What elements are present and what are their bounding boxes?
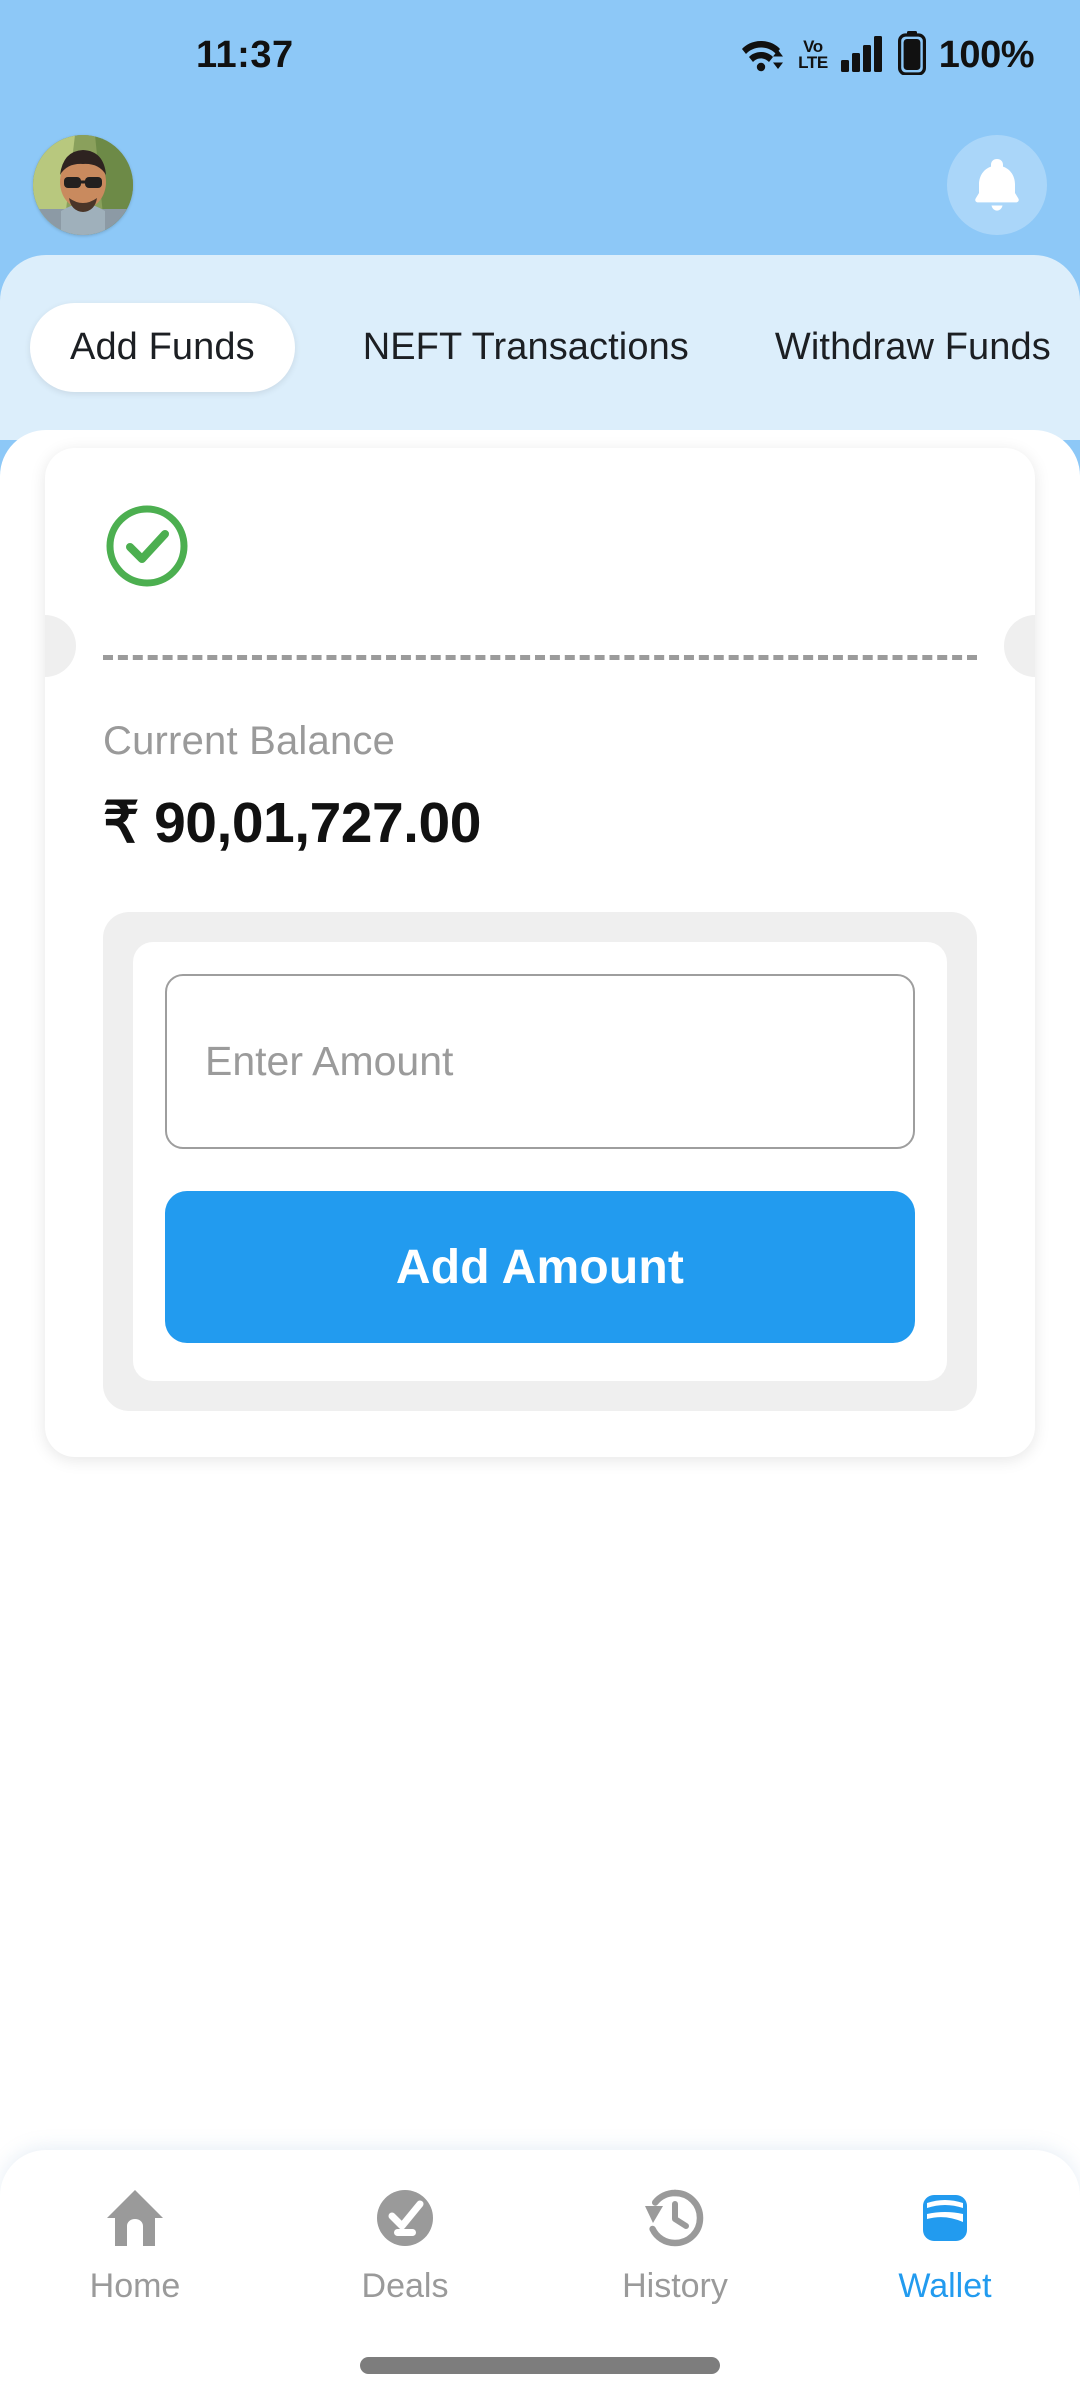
signal-bars-icon xyxy=(840,34,885,77)
deals-icon xyxy=(371,2186,439,2255)
nav-item-history[interactable]: History xyxy=(575,2186,775,2306)
bottom-navigation: Home Deals History Wallet xyxy=(0,2150,1080,2400)
nav-label-wallet: Wallet xyxy=(898,2267,992,2305)
check-circle-icon xyxy=(103,502,977,595)
ticket-perforation xyxy=(45,615,1035,677)
wallet-icon xyxy=(911,2186,979,2255)
battery-percent: 100% xyxy=(938,33,1035,76)
nav-item-deals[interactable]: Deals xyxy=(305,2186,505,2306)
amount-input[interactable] xyxy=(165,974,915,1149)
tab-add-funds[interactable]: Add Funds xyxy=(30,303,295,392)
notification-button[interactable] xyxy=(947,135,1047,235)
balance-value: ₹ 90,01,727.00 xyxy=(103,791,481,855)
tab-bar[interactable]: Add Funds NEFT Transactions Withdraw Fun… xyxy=(0,255,1080,440)
content-sheet: Current Balance ₹ 90,01,727.00 Add Amoun… xyxy=(0,430,1080,2400)
dashed-divider xyxy=(103,655,977,660)
tab-neft-transactions[interactable]: NEFT Transactions xyxy=(345,326,707,369)
wifi-icon xyxy=(741,33,785,78)
notch-left xyxy=(45,615,76,677)
volte-bottom: LTE xyxy=(798,53,828,72)
nav-label-home: Home xyxy=(89,2267,181,2305)
bell-icon xyxy=(971,155,1023,216)
add-funds-card: Current Balance ₹ 90,01,727.00 Add Amoun… xyxy=(45,448,1035,1457)
nav-item-wallet[interactable]: Wallet xyxy=(845,2186,1045,2306)
volte-icon: Vo LTE xyxy=(798,38,828,72)
balance-label: Current Balance xyxy=(103,719,396,763)
history-icon xyxy=(641,2186,709,2255)
gesture-bar[interactable] xyxy=(360,2357,720,2374)
amount-form-outer: Add Amount xyxy=(103,912,977,1411)
app-screen: 11:37 Vo LTE 100% Add Funds NEFT Transac… xyxy=(0,0,1080,2400)
add-amount-button[interactable]: Add Amount xyxy=(165,1191,915,1343)
status-indicators: Vo LTE 100% xyxy=(741,30,1035,80)
battery-icon xyxy=(897,30,926,80)
nav-label-deals: Deals xyxy=(361,2267,449,2305)
avatar[interactable] xyxy=(33,135,133,235)
notch-right xyxy=(1004,615,1035,677)
app-header xyxy=(0,110,1080,260)
nav-label-history: History xyxy=(622,2267,728,2305)
amount-form-inner: Add Amount xyxy=(133,942,947,1381)
status-bar: 11:37 Vo LTE 100% xyxy=(0,0,1080,110)
tab-withdraw-funds[interactable]: Withdraw Funds xyxy=(757,326,1069,369)
nav-item-home[interactable]: Home xyxy=(35,2186,235,2306)
home-icon xyxy=(101,2186,169,2255)
status-time: 11:37 xyxy=(196,33,294,76)
